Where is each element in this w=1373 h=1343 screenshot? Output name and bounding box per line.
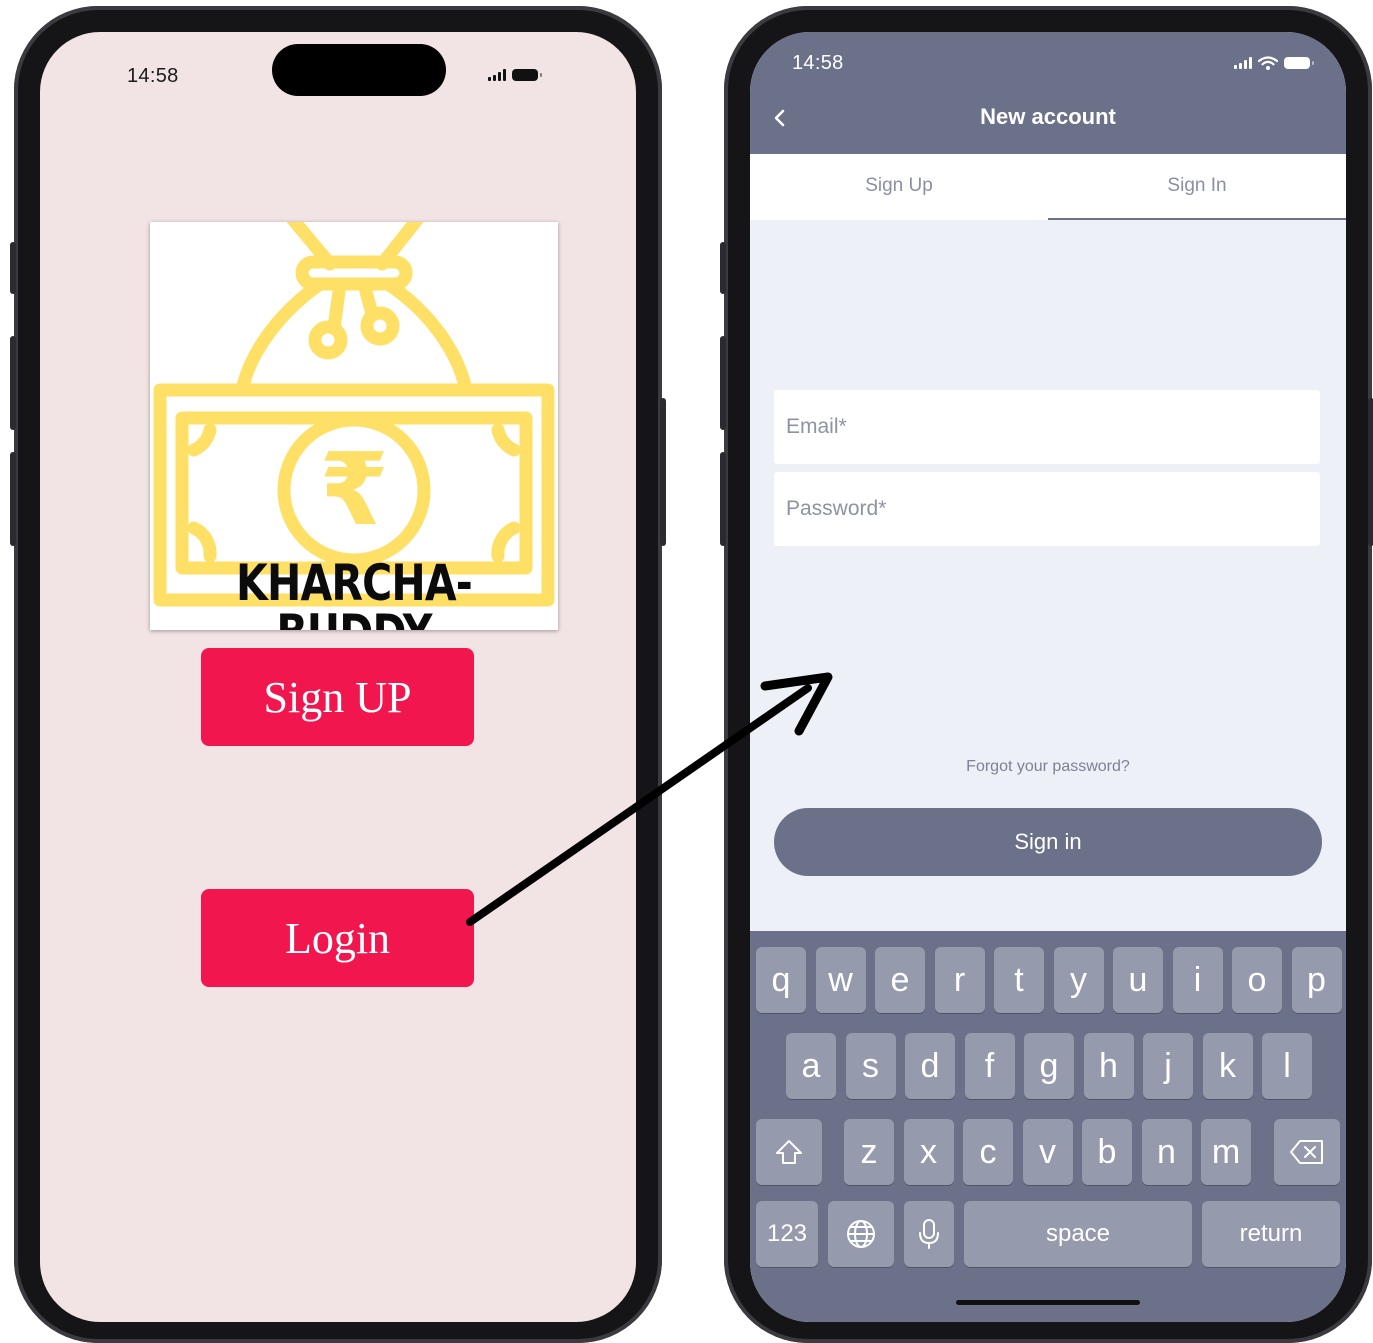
- key-y[interactable]: y: [1053, 947, 1104, 1013]
- key-q[interactable]: q: [756, 947, 806, 1013]
- signal-icon: [488, 69, 506, 81]
- on-screen-keyboard: qwertyuiop asdfghjkl zxcvbnm 123 space r…: [750, 931, 1346, 1322]
- key-b[interactable]: b: [1082, 1119, 1132, 1185]
- globe-icon: [847, 1220, 875, 1248]
- key-m[interactable]: m: [1201, 1119, 1251, 1185]
- key-x[interactable]: x: [903, 1119, 954, 1185]
- backspace-key[interactable]: [1274, 1119, 1340, 1185]
- key-j[interactable]: j: [1143, 1033, 1193, 1099]
- microphone-icon: [919, 1219, 939, 1249]
- brand-name: KHARCHA-BUDDY: [236, 554, 473, 630]
- status-icons: [488, 69, 542, 81]
- volume-up-button: [720, 336, 726, 430]
- phone-frame-right: 14:58 New account Sign Up Sign In Forgot…: [720, 6, 1373, 1343]
- key-f[interactable]: f: [964, 1033, 1015, 1099]
- key-r[interactable]: r: [934, 947, 985, 1013]
- signal-icon: [1234, 57, 1252, 69]
- key-a[interactable]: a: [786, 1033, 836, 1099]
- key-d[interactable]: d: [905, 1033, 955, 1099]
- key-e[interactable]: e: [875, 947, 925, 1013]
- battery-icon: [1284, 57, 1314, 69]
- space-key[interactable]: space: [964, 1201, 1192, 1267]
- key-u[interactable]: u: [1113, 947, 1163, 1013]
- sign-in-button[interactable]: Sign in: [774, 808, 1322, 876]
- key-w[interactable]: w: [815, 947, 866, 1013]
- key-z[interactable]: z: [844, 1119, 894, 1185]
- page-title: New account: [980, 104, 1116, 129]
- password-field[interactable]: [774, 472, 1320, 546]
- shift-icon: [776, 1140, 802, 1164]
- welcome-screen: 14:58 ₹ KHARCHA- Sign UP Login: [40, 32, 636, 1322]
- backspace-icon: [1290, 1140, 1323, 1164]
- key-i[interactable]: i: [1172, 947, 1223, 1013]
- key-l[interactable]: l: [1262, 1033, 1312, 1099]
- tab-sign-in[interactable]: Sign In: [1048, 154, 1346, 218]
- status-time: 14:58: [792, 52, 844, 74]
- microphone-key[interactable]: [904, 1201, 954, 1267]
- active-tab-indicator: [1048, 218, 1346, 220]
- volume-down-button: [10, 452, 16, 546]
- globe-key[interactable]: [828, 1201, 894, 1267]
- wifi-icon: [1258, 56, 1278, 70]
- volume-down-button: [720, 452, 726, 546]
- phone-frame-left: 14:58 ₹ KHARCHA- Sign UP Login: [10, 6, 666, 1343]
- key-k[interactable]: k: [1202, 1033, 1253, 1099]
- volume-up-button: [10, 336, 16, 430]
- return-key[interactable]: return: [1202, 1201, 1340, 1267]
- silent-switch: [720, 242, 726, 294]
- auth-tabs: Sign Up Sign In: [750, 154, 1346, 220]
- svg-text:₹: ₹: [319, 431, 389, 548]
- forgot-password-link[interactable]: Forgot your password?: [750, 758, 1346, 776]
- silent-switch: [10, 242, 16, 294]
- signin-screen: 14:58 New account Sign Up Sign In Forgot…: [750, 32, 1346, 1322]
- key-v[interactable]: v: [1022, 1119, 1073, 1185]
- key-t[interactable]: t: [994, 947, 1044, 1013]
- key-n[interactable]: n: [1141, 1119, 1192, 1185]
- power-button: [660, 398, 666, 546]
- email-field[interactable]: [774, 390, 1320, 464]
- key-s[interactable]: s: [845, 1033, 896, 1099]
- dynamic-island: [272, 44, 446, 96]
- tab-sign-up[interactable]: Sign Up: [750, 154, 1048, 218]
- key-h[interactable]: h: [1083, 1033, 1134, 1099]
- login-button[interactable]: Login: [201, 889, 474, 987]
- shift-key[interactable]: [756, 1119, 822, 1185]
- power-button: [1368, 398, 1373, 546]
- key-g[interactable]: g: [1024, 1033, 1074, 1099]
- key-c[interactable]: c: [963, 1119, 1013, 1185]
- home-indicator: [956, 1300, 1140, 1305]
- key-p[interactable]: p: [1291, 947, 1342, 1013]
- key-o[interactable]: o: [1232, 947, 1282, 1013]
- battery-icon: [512, 69, 542, 81]
- numbers-key[interactable]: 123: [756, 1201, 818, 1267]
- app-logo: ₹ KHARCHA-BUDDY: [150, 222, 558, 630]
- status-time: 14:58: [127, 65, 179, 87]
- navigation-bar: [750, 32, 1346, 154]
- status-icons: [1234, 56, 1314, 70]
- signup-button[interactable]: Sign UP: [201, 648, 474, 746]
